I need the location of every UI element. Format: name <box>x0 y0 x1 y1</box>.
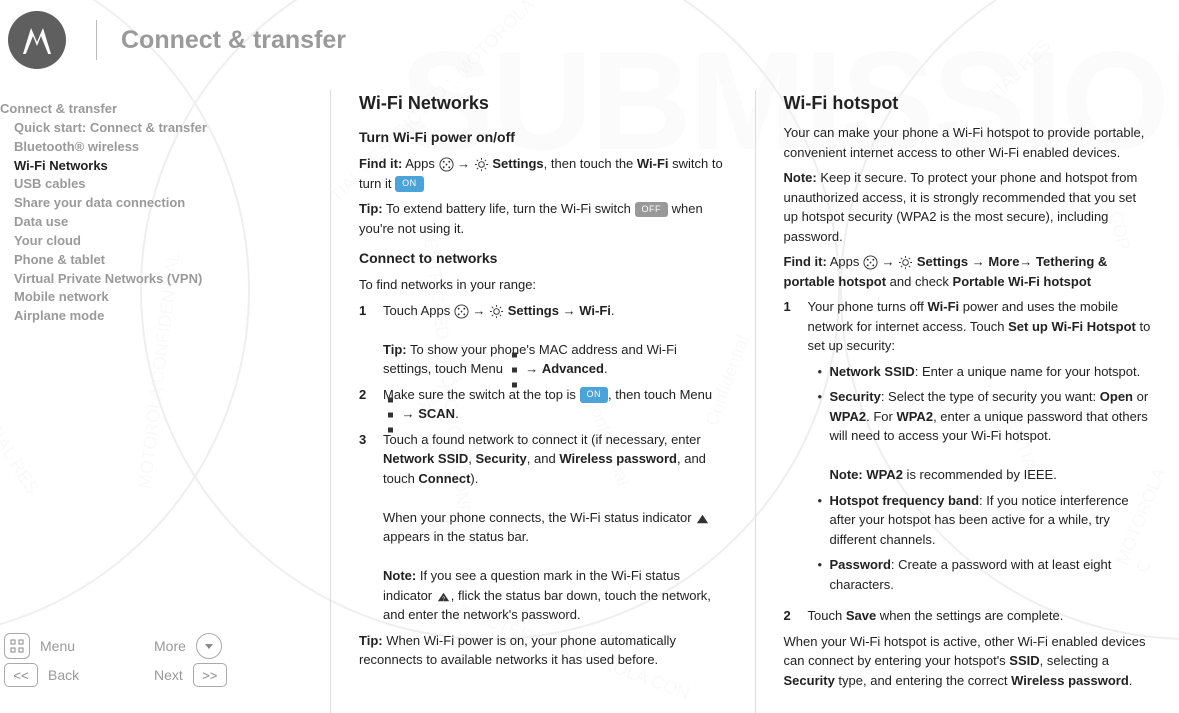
section-heading: Wi-Fi hotspot <box>784 90 1152 117</box>
toc-item[interactable]: USB cables <box>0 175 320 194</box>
findit-label: Find it: <box>359 156 402 171</box>
apps-icon <box>439 157 454 172</box>
toc-item[interactable]: Mobile network <box>0 288 320 307</box>
bullet-item: Network SSID: Enter a unique name for yo… <box>818 362 1152 382</box>
more-icon[interactable] <box>196 633 222 659</box>
menu-icon[interactable] <box>4 633 30 659</box>
apps-icon <box>454 304 469 319</box>
off-badge: OFF <box>635 202 669 218</box>
subheading: Connect to networks <box>359 248 727 269</box>
next-icon[interactable]: >> <box>193 663 227 687</box>
table-of-contents: Connect & transfer Quick start: Connect … <box>0 100 320 326</box>
bullet-item: Password: Create a password with at leas… <box>818 555 1152 594</box>
wifi-question-icon: ? <box>436 589 451 604</box>
back-label[interactable]: Back <box>48 667 79 683</box>
findit-line: Find it: Apps → Settings → More→ Tetheri… <box>784 252 1152 291</box>
gear-icon <box>898 255 913 270</box>
next-label[interactable]: Next <box>154 667 183 683</box>
steps-list: 1 Touch Apps → Settings → Wi-Fi. Tip: To… <box>359 301 727 625</box>
apps-icon <box>863 255 878 270</box>
paragraph: Your can make your phone a Wi-Fi hotspot… <box>784 123 1152 162</box>
gear-icon <box>474 157 489 172</box>
bullet-item: Hotspot frequency band: If you notice in… <box>818 491 1152 550</box>
more-label[interactable]: More <box>154 638 186 654</box>
toc-item[interactable]: Your cloud <box>0 232 320 251</box>
svg-text:?: ? <box>442 596 445 602</box>
nav-footer: Menu More << Back Next >> <box>0 617 320 703</box>
toc-item[interactable]: Data use <box>0 213 320 232</box>
findit-line: Find it: Apps → Settings, then touch the… <box>359 154 727 193</box>
sidebar: Connect & transfer Quick start: Connect … <box>0 70 330 713</box>
main-columns: Wi-Fi Networks Turn Wi-Fi power on/off F… <box>330 70 1179 713</box>
steps-list: 1 Your phone turns off Wi-Fi power and u… <box>784 297 1152 626</box>
note-line: Note: Keep it secure. To protect your ph… <box>784 168 1152 246</box>
toc-item[interactable]: Share your data connection <box>0 194 320 213</box>
intro: To find networks in your range: <box>359 275 727 295</box>
menu-dots-icon <box>507 362 522 377</box>
section-heading: Wi-Fi Networks <box>359 90 727 117</box>
back-icon[interactable]: << <box>4 663 38 687</box>
column-wifi-hotspot: Wi-Fi hotspot Your can make your phone a… <box>755 90 1179 713</box>
toc-item[interactable]: Bluetooth® wireless <box>0 138 320 157</box>
tip-line: Tip: To extend battery life, turn the Wi… <box>359 199 727 238</box>
bullet-item: Security: Select the type of security yo… <box>818 387 1152 485</box>
toc-item[interactable]: Phone & tablet <box>0 251 320 270</box>
header-divider <box>96 20 97 60</box>
page-title: Connect & transfer <box>121 26 346 55</box>
step-text: Touch Apps → Settings → Wi-Fi. Tip: To s… <box>383 301 727 379</box>
menu-label[interactable]: Menu <box>40 638 75 654</box>
step-text: Make sure the switch at the top is ON, t… <box>383 385 727 424</box>
header: Connect & transfer <box>0 0 1179 70</box>
bullet-list: Network SSID: Enter a unique name for yo… <box>818 362 1152 595</box>
toc-item[interactable]: Airplane mode <box>0 307 320 326</box>
subheading: Turn Wi-Fi power on/off <box>359 127 727 148</box>
motorola-logo <box>8 11 66 69</box>
toc-heading[interactable]: Connect & transfer <box>0 100 320 119</box>
step-text: Your phone turns off Wi-Fi power and use… <box>808 297 1152 600</box>
step-text: Touch a found network to connect it (if … <box>383 430 727 625</box>
tip-line: Tip: When Wi-Fi power is on, your phone … <box>359 631 727 670</box>
menu-dots-icon <box>383 407 398 422</box>
wifi-icon <box>695 511 710 526</box>
toc-item-active[interactable]: Wi-Fi Networks <box>0 157 320 176</box>
step-text: Touch Save when the settings are complet… <box>808 606 1152 626</box>
column-wifi-networks: Wi-Fi Networks Turn Wi-Fi power on/off F… <box>330 90 755 713</box>
gear-icon <box>489 304 504 319</box>
paragraph: When your Wi-Fi hotspot is active, other… <box>784 632 1152 691</box>
on-badge: ON <box>580 387 609 403</box>
toc-item[interactable]: Virtual Private Networks (VPN) <box>0 270 320 289</box>
toc-item[interactable]: Quick start: Connect & transfer <box>0 119 320 138</box>
on-badge: ON <box>395 176 424 192</box>
